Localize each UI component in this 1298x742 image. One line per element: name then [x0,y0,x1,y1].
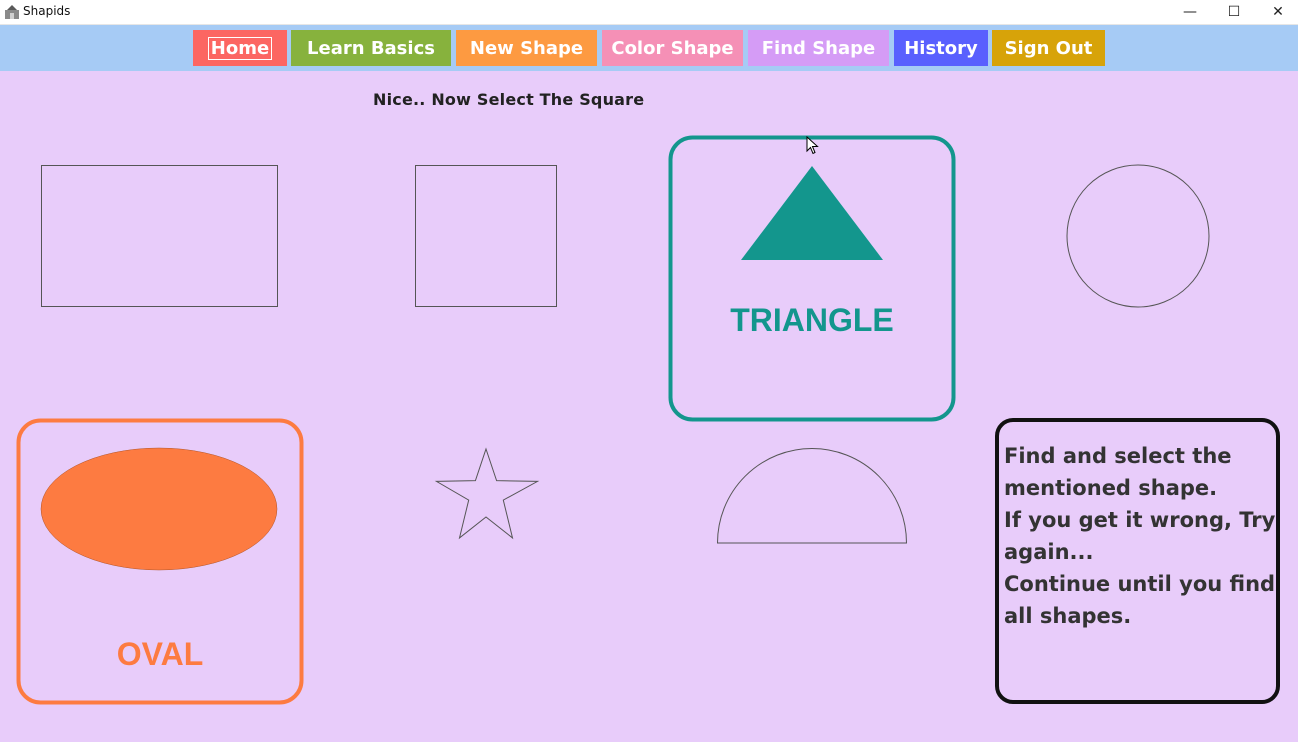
square-shape[interactable] [415,165,557,307]
semicircle-shape[interactable] [716,448,908,544]
triangle-shape[interactable] [741,166,883,260]
mouse-cursor-icon [806,136,819,155]
oval-shape[interactable] [40,447,278,571]
oval-label: OVAL [116,636,204,672]
circle-shape[interactable] [1066,164,1210,308]
rectangle-shape[interactable] [41,165,278,307]
star-shape[interactable] [434,447,540,540]
triangle-label: TRIANGLE [730,302,894,338]
help-text: Find and select the mentioned shape. If … [1004,444,1276,628]
